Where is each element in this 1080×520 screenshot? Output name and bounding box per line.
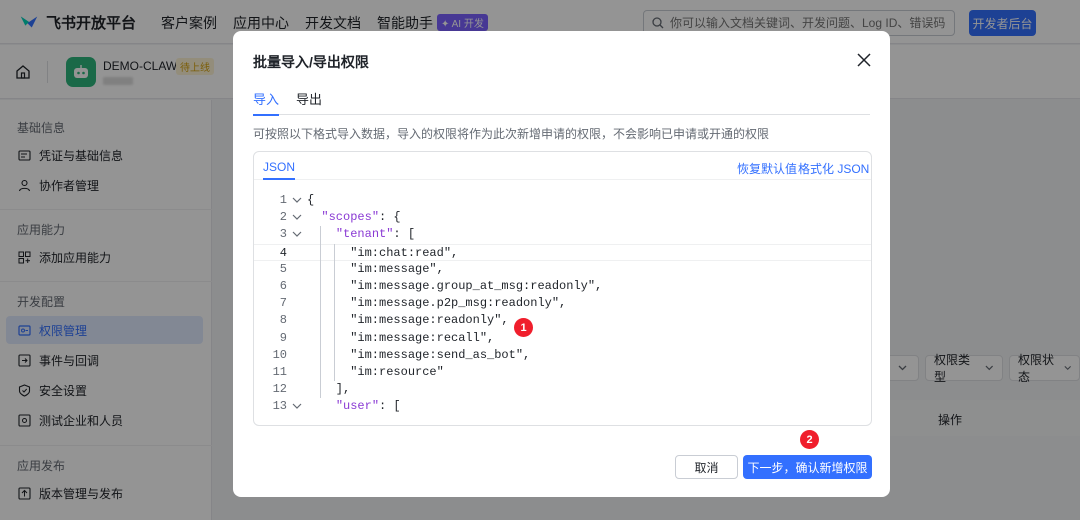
- line-text: "im:message.p2p_msg:readonly",: [307, 296, 567, 311]
- line-text: "im:message:send_as_bot",: [307, 347, 531, 362]
- modal-tabs: 导入 导出: [253, 89, 870, 116]
- line-number: 1: [279, 193, 287, 207]
- line-number: 10: [272, 347, 287, 362]
- line-text: "tenant": [: [335, 227, 416, 242]
- annotation-badge-2: 2: [800, 430, 819, 449]
- line-text: "scopes": {: [321, 210, 401, 225]
- code-line[interactable]: 10 "im:message:send_as_bot",: [254, 347, 871, 364]
- line-text: "im:message:recall",: [307, 330, 495, 345]
- import-description: 可按照以下格式导入数据，导入的权限将作为此次新增申请的权限，不会影响已申请或开通…: [253, 127, 770, 141]
- next-confirm-button[interactable]: 下一步，确认新增权限: [743, 455, 872, 479]
- tab-export[interactable]: 导出: [296, 89, 322, 115]
- line-number: 13: [272, 399, 287, 414]
- fold-chevron-icon[interactable]: [292, 209, 302, 226]
- annotation-badge-1: 1: [514, 318, 533, 337]
- code-line[interactable]: 7 "im:message.p2p_msg:readonly",: [254, 295, 871, 312]
- tab-json[interactable]: JSON: [263, 160, 296, 180]
- line-text: "im:message",: [307, 261, 444, 276]
- code-line[interactable]: 12 ],: [254, 381, 871, 398]
- line-text: "im:chat:read",: [307, 245, 459, 260]
- line-number: 11: [272, 365, 287, 379]
- close-icon[interactable]: [855, 51, 873, 69]
- format-json-button[interactable]: 格式化 JSON: [798, 160, 869, 177]
- line-text: ],: [307, 382, 351, 397]
- cancel-button[interactable]: 取消: [675, 455, 738, 479]
- line-number: 9: [279, 330, 287, 345]
- code-line[interactable]: 1{: [254, 192, 871, 209]
- line-number: 2: [279, 210, 287, 225]
- code-line[interactable]: 3 "tenant": [: [254, 226, 871, 243]
- line-number: 12: [272, 382, 287, 397]
- line-number: 4: [279, 245, 287, 260]
- code-line[interactable]: 8 "im:message:readonly",: [254, 312, 871, 329]
- line-number: 8: [279, 313, 287, 328]
- json-key: "tenant": [335, 227, 394, 242]
- line-text: "im:message:readonly",: [307, 313, 509, 328]
- tab-import[interactable]: 导入: [253, 89, 280, 116]
- line-text: "im:message.group_at_msg:readonly",: [307, 279, 603, 293]
- line-text: "user": [: [335, 399, 401, 414]
- code-line[interactable]: 13 "user": [: [254, 398, 871, 415]
- fold-chevron-icon[interactable]: [292, 192, 302, 209]
- code-line[interactable]: 2 "scopes": {: [254, 209, 871, 226]
- line-text: {: [307, 193, 315, 207]
- indent-guide: [334, 243, 335, 382]
- import-export-modal: 批量导入/导出权限 导入 导出 可按照以下格式导入数据，导入的权限将作为此次新增…: [233, 31, 890, 497]
- json-key: "scopes": [321, 210, 380, 225]
- indent-guide: [320, 226, 321, 399]
- line-number: 3: [279, 227, 287, 242]
- fold-chevron-icon[interactable]: [292, 226, 302, 243]
- code-line[interactable]: 6 "im:message.group_at_msg:readonly",: [254, 278, 871, 295]
- json-editor[interactable]: JSON 恢复默认值 格式化 JSON 1{2 "scopes": {3 "te…: [253, 151, 872, 426]
- line-number: 5: [279, 261, 287, 276]
- fold-chevron-icon[interactable]: [292, 398, 302, 415]
- code-line[interactable]: 5 "im:message",: [254, 261, 871, 278]
- editor-toolbar: JSON 恢复默认值 格式化 JSON: [254, 152, 871, 180]
- code-line[interactable]: 4 "im:chat:read",: [254, 243, 871, 261]
- code-line[interactable]: 11 "im:resource": [254, 364, 871, 381]
- line-number: 7: [279, 296, 287, 311]
- code-line[interactable]: 9 "im:message:recall",: [254, 330, 871, 347]
- json-key: "user": [335, 399, 380, 414]
- modal-title: 批量导入/导出权限: [253, 54, 369, 70]
- line-number: 6: [279, 279, 287, 293]
- restore-default-button[interactable]: 恢复默认值: [737, 160, 797, 177]
- line-text: "im:resource": [307, 365, 444, 379]
